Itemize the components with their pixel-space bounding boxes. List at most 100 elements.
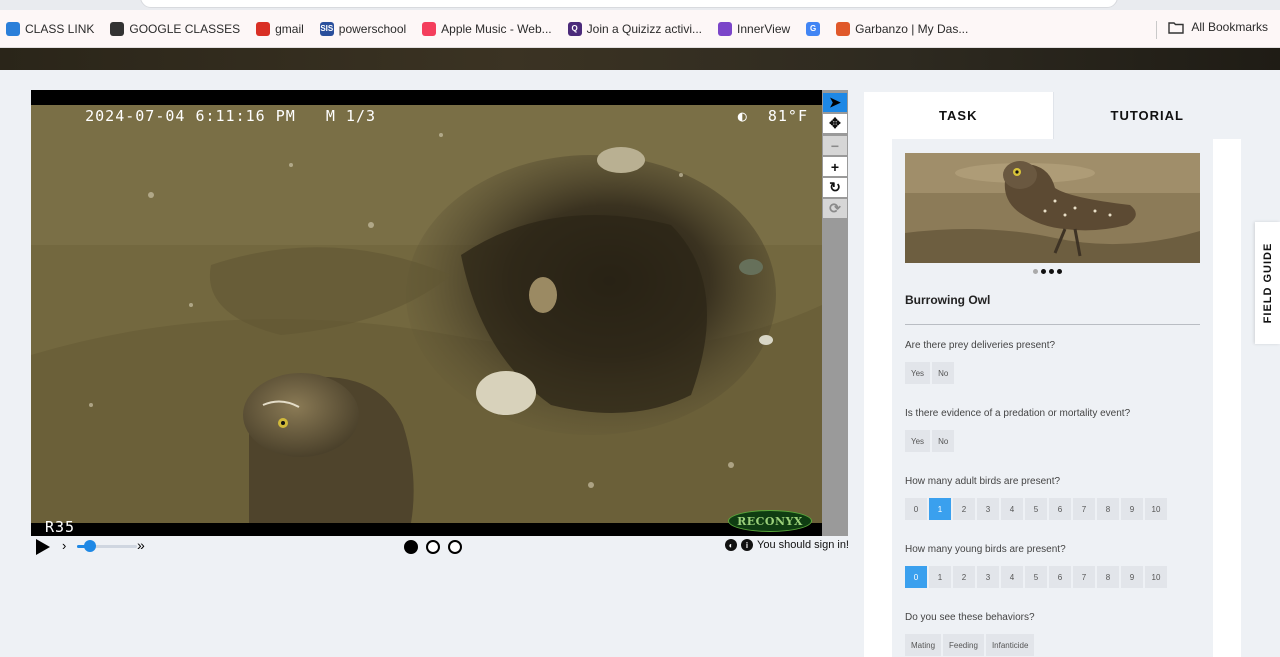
bookmark-item[interactable]: Apple Music - Web... bbox=[422, 21, 552, 36]
answer-option[interactable]: 8 bbox=[1097, 498, 1119, 520]
bookmark-item[interactable]: SIS powerschool bbox=[319, 21, 407, 36]
tab-tutorial[interactable]: TUTORIAL bbox=[1052, 92, 1241, 139]
bookmark-item[interactable]: Q Join a Quizizz activi... bbox=[567, 21, 703, 36]
tab-task[interactable]: TASK bbox=[864, 92, 1053, 139]
answer-option[interactable]: 5 bbox=[1025, 498, 1047, 520]
example-image-dots bbox=[1033, 269, 1062, 274]
species-name: Burrowing Owl bbox=[905, 293, 991, 307]
answer-options: 0 1 2 3 4 5 6 7 8 9 10 bbox=[905, 566, 1167, 588]
example-dot[interactable] bbox=[1041, 269, 1046, 274]
frame-dot[interactable] bbox=[448, 540, 462, 554]
answer-option[interactable]: 3 bbox=[977, 566, 999, 588]
answer-option[interactable]: 0 bbox=[905, 566, 927, 588]
answer-options: 0 1 2 3 4 5 6 7 8 9 10 bbox=[905, 498, 1167, 520]
species-example-image bbox=[905, 153, 1200, 263]
zoom-in-tool-button[interactable]: + bbox=[823, 157, 847, 176]
all-bookmarks-button[interactable]: All Bookmarks bbox=[1168, 20, 1268, 34]
music-icon bbox=[422, 21, 437, 36]
play-button[interactable] bbox=[36, 539, 50, 555]
answer-option[interactable]: 6 bbox=[1049, 498, 1071, 520]
bookmark-label: powerschool bbox=[338, 21, 407, 36]
answer-option[interactable]: 2 bbox=[953, 498, 975, 520]
bookmark-item[interactable]: CLASS LINK bbox=[6, 21, 95, 36]
camera-id-text: R35 bbox=[45, 518, 76, 536]
answer-option[interactable]: No bbox=[932, 362, 955, 384]
answer-options: Yes No bbox=[905, 430, 955, 452]
answer-option[interactable]: 1 bbox=[929, 566, 951, 588]
playback-controls: › » ◐ i You should sign in! bbox=[31, 537, 849, 557]
subject-viewer[interactable]: 2024-07-04 6:11:16 PM M 1/3 ◐ 81°F R35 R… bbox=[31, 90, 822, 536]
innerview-icon bbox=[718, 21, 733, 36]
answer-option[interactable]: Infanticide bbox=[985, 634, 1035, 656]
bookmark-item[interactable]: Garbanzo | My Das... bbox=[836, 21, 969, 36]
answer-option[interactable]: Yes bbox=[905, 430, 931, 452]
answer-option[interactable]: 4 bbox=[1001, 566, 1023, 588]
example-dot[interactable] bbox=[1049, 269, 1054, 274]
answer-option[interactable]: 0 bbox=[905, 498, 927, 520]
zoom-out-tool-button[interactable]: − bbox=[823, 136, 847, 155]
image-toolbar: ➤ ✥ − + ↻ ⟳ bbox=[822, 90, 848, 536]
bookmark-label: gmail bbox=[275, 21, 304, 36]
slower-icon[interactable]: › bbox=[62, 538, 66, 553]
classroom-icon bbox=[110, 21, 125, 36]
frame-info-text: M 1/3 bbox=[325, 107, 377, 125]
field-guide-button[interactable]: FIELD GUIDE bbox=[1255, 222, 1280, 344]
powerschool-icon: SIS bbox=[319, 21, 334, 36]
answer-option[interactable]: 5 bbox=[1025, 566, 1047, 588]
bookmark-label: CLASS LINK bbox=[25, 21, 95, 36]
answer-option[interactable]: 9 bbox=[1121, 566, 1143, 588]
answer-option[interactable]: Yes bbox=[905, 362, 931, 384]
answer-options: Mating Feeding Infanticide bbox=[905, 634, 1035, 656]
bookmark-item[interactable]: InnerView bbox=[718, 21, 791, 36]
bookmark-item[interactable]: gmail bbox=[256, 21, 304, 36]
answer-option[interactable]: 10 bbox=[1145, 566, 1167, 588]
example-dot[interactable] bbox=[1057, 269, 1062, 274]
gmail-icon bbox=[256, 21, 271, 36]
bookmark-label: InnerView bbox=[737, 21, 791, 36]
answer-option[interactable]: 10 bbox=[1145, 498, 1167, 520]
pan-tool-button[interactable]: ✥ bbox=[823, 114, 847, 133]
faster-icon[interactable]: » bbox=[137, 537, 145, 553]
bookmark-item[interactable]: G bbox=[806, 21, 821, 36]
answer-option[interactable]: 1 bbox=[929, 498, 951, 520]
example-dot[interactable] bbox=[1033, 269, 1038, 274]
bookmark-list: CLASS LINK GOOGLE CLASSES gmail SIS powersch… bbox=[0, 21, 984, 36]
frame-dot[interactable] bbox=[404, 540, 418, 554]
frame-dot[interactable] bbox=[426, 540, 440, 554]
answer-option[interactable]: 2 bbox=[953, 566, 975, 588]
sign-in-text: You should sign in! bbox=[757, 539, 849, 551]
quizizz-icon: Q bbox=[567, 21, 582, 36]
temperature-text: 81°F bbox=[767, 107, 808, 125]
google-icon: G bbox=[806, 21, 821, 36]
answer-option[interactable]: Feeding bbox=[943, 634, 984, 656]
answer-option[interactable]: 8 bbox=[1097, 566, 1119, 588]
answer-option[interactable]: 9 bbox=[1121, 498, 1143, 520]
invert-icon[interactable]: ◐ bbox=[725, 539, 738, 551]
reset-tool-button[interactable]: ⟳ bbox=[823, 199, 847, 218]
answer-option[interactable]: 6 bbox=[1049, 566, 1071, 588]
pointer-tool-button[interactable]: ➤ bbox=[823, 93, 847, 112]
moon-phase-icon: ◐ bbox=[737, 107, 748, 125]
answer-option[interactable]: No bbox=[932, 430, 955, 452]
bookmark-label: Join a Quizizz activi... bbox=[586, 21, 703, 36]
answer-option[interactable]: 7 bbox=[1073, 566, 1095, 588]
bookmark-item[interactable]: GOOGLE CLASSES bbox=[110, 21, 240, 36]
question-text: Do you see these behaviors? bbox=[905, 612, 1035, 623]
temperature-overlay: ◐ 81°F bbox=[698, 90, 808, 143]
all-bookmarks-label: All Bookmarks bbox=[1191, 20, 1268, 34]
divider bbox=[905, 324, 1200, 325]
question-text: Is there evidence of a predation or mort… bbox=[905, 408, 1131, 419]
field-guide-label: FIELD GUIDE bbox=[1262, 242, 1274, 324]
question-text: How many young birds are present? bbox=[905, 544, 1066, 555]
speed-slider-handle[interactable] bbox=[84, 540, 96, 552]
answer-option[interactable]: 4 bbox=[1001, 498, 1023, 520]
answer-option[interactable]: 7 bbox=[1073, 498, 1095, 520]
bookmark-label: Garbanzo | My Das... bbox=[855, 21, 969, 36]
info-icon[interactable]: i bbox=[741, 539, 754, 551]
reconyx-logo: RECONYX bbox=[728, 510, 812, 532]
answer-option[interactable]: 3 bbox=[977, 498, 999, 520]
answer-option[interactable]: Mating bbox=[905, 634, 942, 656]
rotate-tool-button[interactable]: ↻ bbox=[823, 178, 847, 197]
address-bar[interactable] bbox=[140, 0, 1118, 8]
bookmarks-bar: CLASS LINK GOOGLE CLASSES gmail SIS powersch… bbox=[0, 10, 1280, 48]
